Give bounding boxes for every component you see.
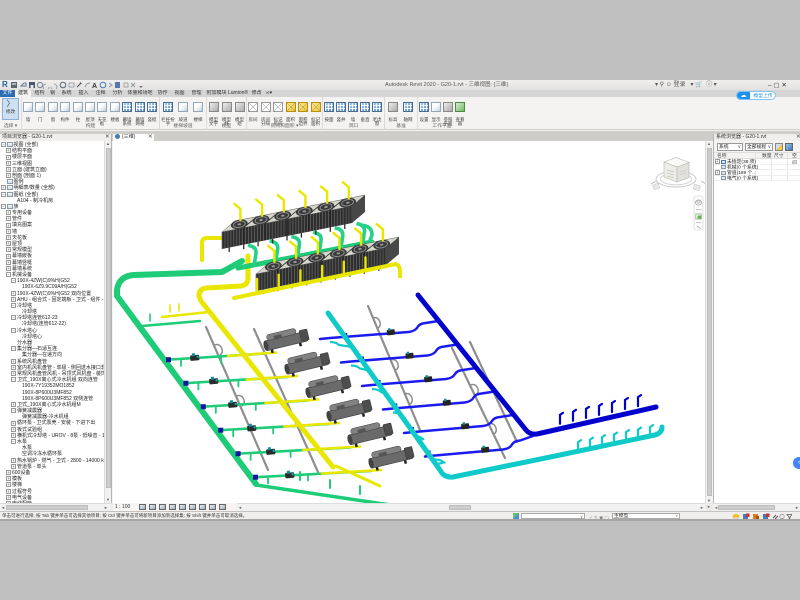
- svg-text:A: A: [92, 83, 97, 89]
